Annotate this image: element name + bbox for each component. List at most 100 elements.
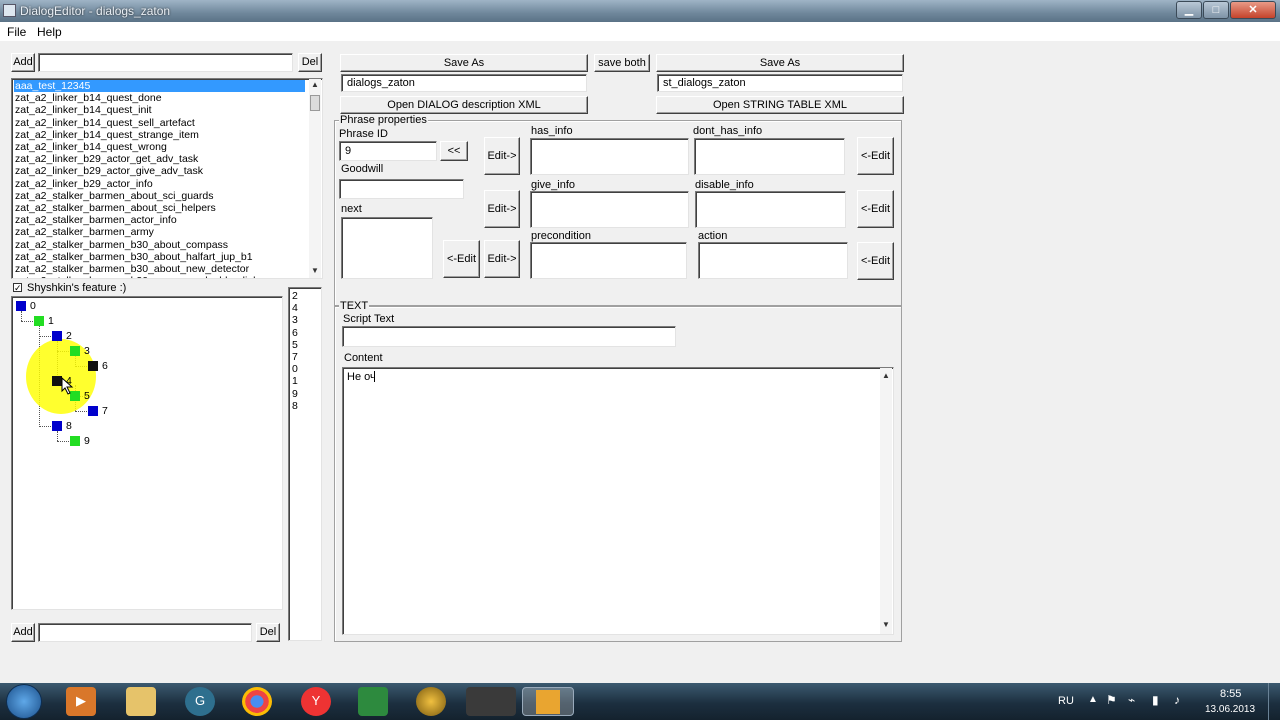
menu-help[interactable]: Help bbox=[37, 25, 62, 39]
network-icon[interactable]: ⚑ bbox=[1106, 693, 1117, 707]
phrase-id-list[interactable]: 2436570198 bbox=[288, 287, 322, 641]
dialog-list-scrollbar[interactable]: ▲ ▼ bbox=[309, 79, 321, 278]
string-table-file-field[interactable]: st_dialogs_zaton bbox=[657, 74, 903, 92]
goodwill-field[interactable] bbox=[339, 179, 464, 199]
volume-icon[interactable]: ♪ bbox=[1174, 693, 1180, 707]
next-list[interactable] bbox=[341, 217, 433, 279]
content-textarea[interactable]: Не оч ▲ ▼ bbox=[342, 367, 894, 635]
dialog-list-item[interactable]: aaa_test_12345 bbox=[14, 80, 305, 92]
dialog-list-item[interactable]: zat_a2_linker_b29_actor_info bbox=[14, 178, 305, 190]
clock-time[interactable]: 8:55 bbox=[1220, 688, 1241, 700]
tree-node-label[interactable]: 5 bbox=[84, 390, 90, 402]
edit-disable-info-button[interactable]: <-Edit bbox=[857, 190, 894, 228]
dialog-list-item[interactable]: zat_a2_stalker_barmen_actor_info bbox=[14, 214, 305, 226]
yandex-browser-icon[interactable]: Y bbox=[301, 687, 331, 716]
usb-icon[interactable]: ⌁ bbox=[1128, 693, 1135, 707]
tree-node-square[interactable] bbox=[16, 301, 26, 311]
show-desktop-button[interactable] bbox=[1268, 683, 1280, 720]
tree-node-label[interactable]: 6 bbox=[102, 360, 108, 372]
edit-give-info-button[interactable]: Edit-> bbox=[484, 190, 520, 228]
tree-node-square[interactable] bbox=[70, 346, 80, 356]
dialog-list-item[interactable]: zat_a2_stalker_barmen_about_sci_guards bbox=[14, 190, 305, 202]
delete-phrase-button[interactable]: Del bbox=[256, 623, 280, 642]
feature-checkbox[interactable]: ✓ bbox=[13, 283, 22, 293]
add-dialog-button[interactable]: Add bbox=[11, 53, 35, 72]
dialog-list-item[interactable]: zat_a2_stalker_barmen_b30_about_compass bbox=[14, 239, 305, 251]
content-scroll-down-icon[interactable]: ▼ bbox=[882, 620, 890, 629]
dialog-list[interactable]: aaa_test_12345 zat_a2_linker_b14_quest_do… bbox=[11, 78, 323, 279]
dialog-list-item[interactable]: zat_a2_linker_b14_quest_init bbox=[14, 104, 305, 116]
tree-node-label[interactable]: 1 bbox=[48, 315, 54, 327]
phrase-id-item[interactable]: 7 bbox=[292, 351, 298, 363]
tree-node-label[interactable]: 8 bbox=[66, 420, 72, 432]
save-as-dialog-button[interactable]: Save As bbox=[340, 54, 588, 72]
tree-node-square[interactable] bbox=[52, 421, 62, 431]
app-circle-icon[interactable]: G bbox=[185, 687, 215, 716]
has-info-field[interactable] bbox=[530, 138, 689, 175]
dialog-list-item[interactable]: zat_a2_stalker_barmen_about_sci_helpers bbox=[14, 202, 305, 214]
phrase-id-item[interactable]: 0 bbox=[292, 363, 298, 375]
tree-node-square[interactable] bbox=[34, 316, 44, 326]
save-both-button[interactable]: save both bbox=[594, 54, 650, 72]
delete-dialog-button[interactable]: Del bbox=[298, 53, 322, 72]
add-phrase-button[interactable]: Add bbox=[11, 623, 35, 642]
close-button[interactable]: ✕ bbox=[1230, 1, 1276, 19]
scroll-down-arrow-icon[interactable]: ▼ bbox=[311, 266, 319, 275]
edit-next-button[interactable]: <-Edit bbox=[443, 240, 480, 278]
dialog-list-item[interactable]: zat_a2_linker_b29_actor_give_adv_task bbox=[14, 165, 305, 177]
spreadsheet-icon[interactable] bbox=[358, 687, 388, 716]
media-player-icon[interactable]: ▶ bbox=[66, 687, 96, 716]
give-info-field[interactable] bbox=[530, 191, 689, 228]
dialog-file-field[interactable]: dialogs_zaton bbox=[341, 74, 587, 92]
dialog-list-item[interactable]: zat_a2_stalker_barmen_b30_about_new_dete… bbox=[14, 263, 305, 275]
phrase-id-item[interactable]: 6 bbox=[292, 327, 298, 339]
dialog-list-item[interactable]: zat_a2_stalker_barmen_b30_compass_double… bbox=[14, 275, 305, 278]
open-dialog-xml-button[interactable]: Open DIALOG description XML bbox=[340, 96, 588, 114]
tree-node-label[interactable]: 7 bbox=[102, 405, 108, 417]
signal-icon[interactable]: ▮ bbox=[1152, 693, 1159, 707]
dialog-list-item[interactable]: zat_a2_linker_b14_quest_strange_item bbox=[14, 129, 305, 141]
tree-node-label[interactable]: 2 bbox=[66, 330, 72, 342]
minimize-button[interactable]: ▁ bbox=[1176, 1, 1202, 19]
open-string-table-xml-button[interactable]: Open STRING TABLE XML bbox=[656, 96, 904, 114]
dialog-list-item[interactable]: zat_a2_linker_b14_quest_wrong bbox=[14, 141, 305, 153]
action-field[interactable] bbox=[698, 242, 848, 279]
clock-date[interactable]: 13.06.2013 bbox=[1205, 704, 1255, 715]
edit-dont-has-info-button[interactable]: <-Edit bbox=[857, 137, 894, 175]
phrase-id-item[interactable]: 4 bbox=[292, 302, 298, 314]
tray-arrow-icon[interactable]: ▲ bbox=[1088, 694, 1098, 705]
edit-precondition-button[interactable]: Edit-> bbox=[484, 240, 520, 278]
title-bar[interactable]: DialogEditor - dialogs_zaton ▁ □ ✕ bbox=[0, 0, 1280, 22]
phrase-id-item[interactable]: 3 bbox=[292, 314, 298, 326]
phrase-id-item[interactable]: 8 bbox=[292, 400, 298, 412]
dialog-list-item[interactable]: zat_a2_linker_b14_quest_sell_artefact bbox=[14, 117, 305, 129]
dialog-list-item[interactable]: zat_a2_linker_b14_quest_done bbox=[14, 92, 305, 104]
scroll-thumb[interactable] bbox=[310, 95, 320, 111]
dialog-list-item[interactable]: zat_a2_stalker_barmen_b30_about_halfart_… bbox=[14, 251, 305, 263]
tree-node-square[interactable] bbox=[52, 331, 62, 341]
script-text-field[interactable] bbox=[342, 326, 676, 347]
phrase-id-field[interactable]: 9 bbox=[339, 141, 437, 161]
content-scroll-up-icon[interactable]: ▲ bbox=[882, 371, 890, 380]
tree-node-square[interactable] bbox=[88, 361, 98, 371]
dialog-editor-taskbar-icon[interactable] bbox=[522, 687, 574, 716]
dialog-name-input[interactable] bbox=[38, 53, 293, 72]
dialog-list-item[interactable]: zat_a2_stalker_barmen_army bbox=[14, 226, 305, 238]
folder-icon[interactable] bbox=[126, 687, 156, 716]
tree-node-square[interactable] bbox=[70, 436, 80, 446]
disable-info-field[interactable] bbox=[695, 191, 846, 228]
phrase-id-item[interactable]: 5 bbox=[292, 339, 298, 351]
tree-node-label[interactable]: 3 bbox=[84, 345, 90, 357]
phrase-id-item[interactable]: 9 bbox=[292, 388, 298, 400]
phrase-id-item[interactable]: 1 bbox=[292, 375, 298, 387]
chrome-icon[interactable] bbox=[242, 687, 272, 716]
back-button[interactable]: << bbox=[440, 141, 468, 161]
tree-node-label[interactable]: 9 bbox=[84, 435, 90, 447]
save-as-string-table-button[interactable]: Save As bbox=[656, 54, 904, 72]
language-indicator[interactable]: RU bbox=[1058, 695, 1074, 707]
game-window-icon[interactable] bbox=[466, 687, 516, 716]
phrase-id-item[interactable]: 2 bbox=[292, 290, 298, 302]
phrase-input[interactable] bbox=[38, 623, 252, 642]
scroll-up-arrow-icon[interactable]: ▲ bbox=[311, 80, 319, 89]
precondition-field[interactable] bbox=[530, 242, 687, 279]
